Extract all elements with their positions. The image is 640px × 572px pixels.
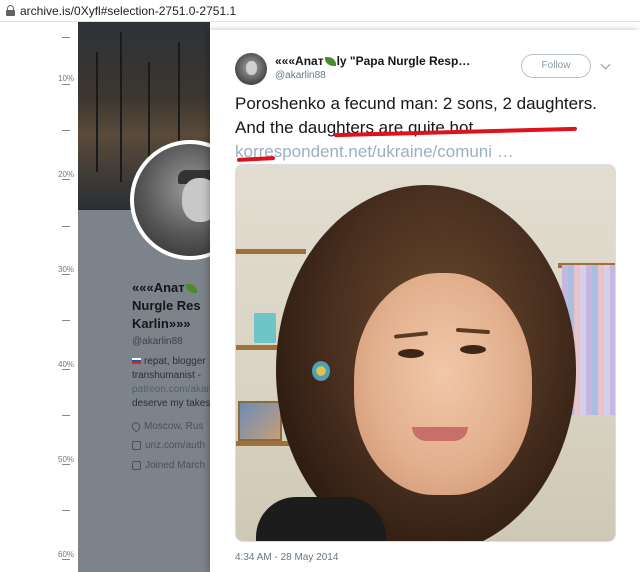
russia-flag-icon: [132, 358, 141, 365]
ruler-tick: [62, 415, 70, 416]
tweet-photo[interactable]: [235, 164, 616, 542]
ruler-tick: [62, 226, 70, 227]
tweet-author-handle[interactable]: @akarlin88: [275, 70, 326, 81]
framed-photo: [238, 401, 282, 441]
calendar-icon: [132, 461, 141, 470]
ruler-tick: [62, 559, 70, 560]
profile-website[interactable]: unz.com/auth: [132, 440, 205, 451]
profile-name-line: Karlin»»»: [132, 316, 191, 331]
profile-bio-line: transhumanist -: [132, 370, 201, 381]
profile-name[interactable]: «««Anaт Nurgle Res Karlin»»»: [132, 279, 212, 333]
scroll-ruler: 10% 20% 30% 40% 50% 60%: [0, 22, 78, 572]
chevron-down-icon[interactable]: [600, 59, 611, 70]
ruler-tick: [62, 179, 70, 180]
follow-button[interactable]: Follow: [521, 54, 591, 78]
ruler-label: 40%: [58, 360, 75, 369]
tweet-author-avatar[interactable]: [235, 53, 267, 85]
ruler-label: 30%: [58, 265, 75, 274]
ruler-label: 20%: [58, 170, 75, 179]
profile-bio-line: deserve my takes: [132, 398, 211, 409]
ruler-tick: [62, 369, 70, 370]
earring: [312, 361, 330, 381]
tweet-timestamp[interactable]: 4:34 AM - 28 May 2014: [235, 552, 338, 563]
link-icon: [132, 441, 141, 450]
ruler-label: 50%: [58, 455, 75, 464]
shelf: [236, 249, 306, 254]
location-pin-icon: [129, 420, 143, 433]
profile-bio-line: repat, blogger: [132, 356, 206, 367]
profile-joined: Joined March: [132, 460, 205, 471]
profile-handle: @akarlin88: [132, 336, 183, 347]
lock-icon: [6, 5, 15, 16]
ruler-tick: [62, 274, 70, 275]
lips: [412, 427, 468, 441]
profile-location: Moscow, Rus: [129, 420, 203, 433]
ruler-tick: [62, 37, 70, 38]
tweet-author-name[interactable]: «««Anaт ly "Papa Nurgle Resp…: [275, 54, 470, 68]
leaf-emoji-icon: [324, 57, 336, 66]
ruler-tick: [62, 130, 70, 131]
tweet-card: «««Anaт ly "Papa Nurgle Resp… @akarlin88 …: [210, 30, 640, 572]
leaf-emoji-icon: [185, 284, 197, 293]
profile-name-line: «««Anaт: [132, 279, 212, 297]
profile-name-line: Nurgle Res: [132, 298, 201, 313]
ruler-label: 60%: [58, 550, 75, 559]
ruler-label: 10%: [58, 74, 75, 83]
face: [354, 273, 532, 495]
teal-box: [254, 313, 276, 343]
shirt: [256, 497, 386, 541]
ruler-tick: [62, 84, 70, 85]
address-bar[interactable]: archive.is/0Xyfl#selection-2751.0-2751.1: [0, 0, 640, 22]
ruler-tick: [62, 464, 70, 465]
profile-bio-link[interactable]: patreon.com/akar: [132, 384, 210, 395]
ruler-tick: [62, 320, 70, 321]
url-text[interactable]: archive.is/0Xyfl#selection-2751.0-2751.1: [20, 4, 236, 18]
tweet-link[interactable]: korrespondent.net/ukraine/comuni …: [235, 142, 514, 161]
ruler-tick: [62, 510, 70, 511]
